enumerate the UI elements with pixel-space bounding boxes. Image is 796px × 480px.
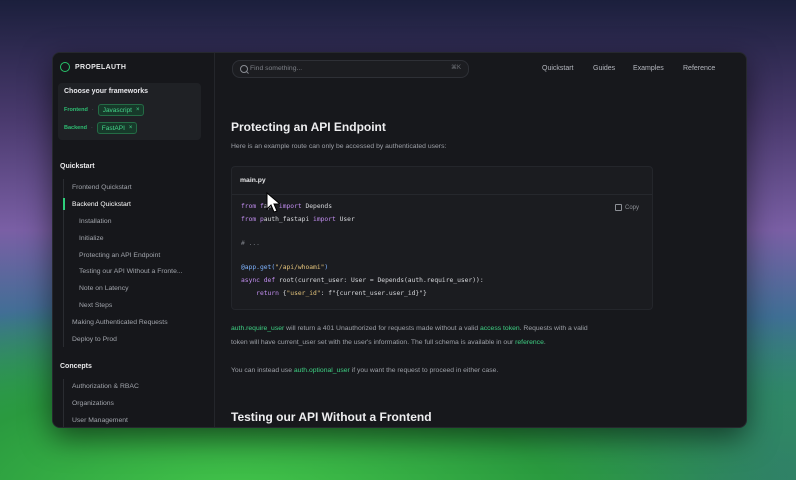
optional-user-link[interactable]: auth.optional_user — [294, 367, 350, 374]
nav-link-examples[interactable]: Examples — [633, 65, 664, 72]
code-line: @app.get("/api/whoami") — [241, 264, 329, 271]
copy-label: Copy — [624, 204, 639, 211]
quickstart-heading: Quickstart — [60, 163, 95, 170]
main-content: Protecting an API Endpoint Here is an ex… — [214, 83, 746, 427]
nav-link-guides[interactable]: Guides — [593, 65, 615, 72]
remove-backend-icon[interactable]: × — [129, 125, 133, 131]
backend-chip-label: FastAPI — [101, 124, 125, 132]
frontend-chip-label: Javascript — [102, 106, 132, 114]
propelauth-logo-icon — [60, 62, 70, 72]
sidebar-item-frontend-quickstart[interactable]: Frontend Quickstart — [72, 184, 132, 191]
sidebar-item-authorization[interactable]: Authorization & RBAC — [72, 383, 139, 390]
sidebar: PROPELAUTH Choose your frameworks Fronte… — [53, 53, 215, 427]
separator-dot: · — [91, 107, 94, 113]
code-line: return {"user_id": f"{current_user.user_… — [241, 290, 427, 297]
page-heading: Protecting an API Endpoint — [231, 120, 386, 134]
browser-window: PROPELAUTH Choose your frameworks Fronte… — [52, 52, 747, 428]
active-indicator — [63, 198, 65, 210]
sidebar-item-organizations[interactable]: Organizations — [72, 400, 114, 407]
mouse-pointer-icon — [266, 192, 282, 213]
frontend-label: Frontend — [64, 107, 88, 113]
frontend-chip[interactable]: Javascript × — [97, 104, 145, 116]
code-comment: # ... — [241, 240, 260, 247]
separator-dot: · — [90, 125, 93, 131]
backend-label: Backend — [64, 125, 87, 131]
paragraph-optional-user: You can instead use auth.optional_user i… — [231, 367, 499, 374]
brand-name: PROPELAUTH — [75, 63, 127, 71]
search-icon — [240, 65, 248, 73]
intro-text: Here is an example route can only be acc… — [231, 143, 447, 150]
section-heading: Testing our API Without a Frontend — [231, 410, 432, 424]
backend-row: Backend · FastAPI × — [64, 122, 138, 134]
sidebar-item-backend-quickstart[interactable]: Backend Quickstart — [72, 201, 131, 208]
paragraph-token-info: token will have current_user set with th… — [231, 339, 546, 346]
reference-link[interactable]: reference — [515, 339, 544, 346]
sidebar-item-deploy-prod[interactable]: Deploy to Prod — [72, 336, 117, 343]
code-divider — [232, 194, 652, 195]
frontend-row: Frontend · Javascript × — [64, 104, 145, 116]
brand[interactable]: PROPELAUTH — [60, 62, 126, 72]
nav-link-quickstart[interactable]: Quickstart — [542, 65, 574, 72]
sidebar-item-user-management[interactable]: User Management — [72, 417, 128, 424]
copy-button[interactable]: Copy — [614, 204, 639, 211]
require-user-link[interactable]: auth.require_user — [231, 325, 284, 332]
sidebar-item-next-steps[interactable]: Next Steps — [79, 302, 112, 309]
remove-frontend-icon[interactable]: × — [136, 107, 140, 113]
nav-link-reference[interactable]: Reference — [683, 65, 715, 72]
sidebar-item-initialize[interactable]: Initialize — [79, 235, 104, 242]
framework-chooser-title: Choose your frameworks — [64, 88, 149, 95]
search-input[interactable] — [250, 63, 440, 74]
code-line: from fapi import Depends — [241, 203, 333, 210]
sidebar-item-installation[interactable]: Installation — [79, 218, 112, 225]
search-box[interactable]: ⌘K — [232, 60, 469, 78]
concepts-heading: Concepts — [60, 363, 92, 370]
code-filename-tab[interactable]: main.py — [240, 177, 266, 184]
copy-icon — [614, 204, 622, 211]
sidebar-item-authenticated-requests[interactable]: Making Authenticated Requests — [72, 319, 168, 326]
code-line: async def root(current_user: User = Depe… — [241, 277, 484, 284]
access-token-link[interactable]: access token — [480, 325, 520, 332]
code-block: main.py Copy from fapi import Depends fr… — [231, 166, 653, 310]
search-shortcut: ⌘K — [450, 65, 461, 71]
sidebar-item-testing-api[interactable]: Testing our API Without a Fronte... — [79, 268, 183, 275]
paragraph-require-user: auth.require_user will return a 401 Unau… — [231, 325, 588, 332]
sidebar-item-note-latency[interactable]: Note on Latency — [79, 285, 129, 292]
framework-chooser: Choose your frameworks Frontend · Javasc… — [58, 83, 201, 140]
code-line: from pauth_fastapi import User — [241, 216, 355, 223]
nav-guide-line — [63, 379, 64, 427]
backend-chip[interactable]: FastAPI × — [96, 122, 138, 134]
sidebar-item-protecting-endpoint[interactable]: Protecting an API Endpoint — [79, 252, 160, 259]
top-header: ⌘K Quickstart Guides Examples Reference — [214, 53, 746, 83]
